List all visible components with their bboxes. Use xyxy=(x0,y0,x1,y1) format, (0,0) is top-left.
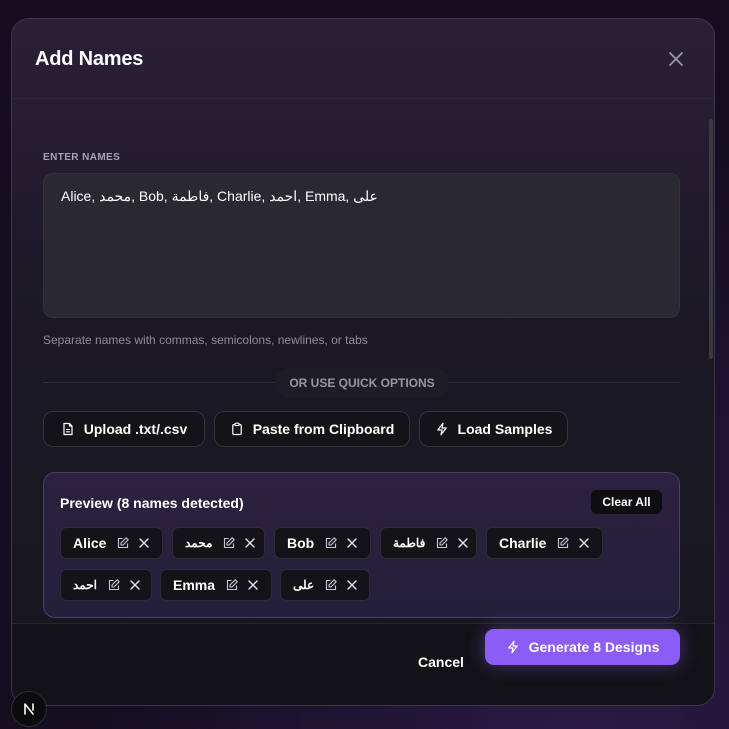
modal-body[interactable]: ENTER NAMES Separate names with commas, … xyxy=(12,100,714,625)
nextjs-dev-badge[interactable] xyxy=(11,691,47,727)
divider-line-right xyxy=(449,382,680,383)
close-icon xyxy=(245,538,256,548)
name-chip: Emma xyxy=(160,569,272,601)
close-button[interactable] xyxy=(666,49,686,69)
name-chip-label: على xyxy=(293,578,315,592)
file-icon xyxy=(63,422,73,436)
edit-name-button[interactable] xyxy=(222,536,236,550)
name-chip-label: فاطمة xyxy=(393,536,426,550)
remove-name-button[interactable] xyxy=(345,536,359,550)
edit-icon xyxy=(108,579,120,591)
edit-name-button[interactable] xyxy=(556,536,570,550)
lightning-icon xyxy=(507,640,518,654)
close-icon xyxy=(347,538,357,548)
edit-name-button[interactable] xyxy=(435,536,449,550)
close-icon xyxy=(139,538,150,548)
remove-name-button[interactable] xyxy=(345,578,359,592)
modal-scrollbar[interactable] xyxy=(709,119,713,359)
remove-name-button[interactable] xyxy=(577,536,591,550)
separator-hint: Separate names with commas, semicolons, … xyxy=(43,333,368,347)
modal-header: Add Names xyxy=(12,19,714,99)
close-icon xyxy=(458,538,469,548)
name-chip: Bob xyxy=(274,527,371,559)
remove-name-button[interactable] xyxy=(137,536,151,550)
edit-icon xyxy=(437,537,449,549)
modal-title: Add Names xyxy=(35,48,144,70)
edit-icon xyxy=(224,537,236,549)
remove-name-button[interactable] xyxy=(456,536,470,550)
name-chip: على xyxy=(280,569,370,601)
name-chip: احمد xyxy=(60,569,152,601)
load-samples-button[interactable]: Load Samples xyxy=(419,411,568,447)
name-chip-label: احمد xyxy=(73,578,97,592)
cancel-button[interactable]: Cancel xyxy=(418,654,464,670)
edit-icon xyxy=(118,537,130,549)
clipboard-icon xyxy=(231,422,242,436)
edit-name-button[interactable] xyxy=(324,536,338,550)
name-chip-label: Charlie xyxy=(499,535,547,551)
preview-title: Preview (8 names detected) xyxy=(60,495,244,511)
paste-clipboard-button[interactable]: Paste from Clipboard xyxy=(214,411,410,447)
clear-all-button[interactable]: Clear All xyxy=(591,490,662,514)
edit-icon xyxy=(326,579,337,591)
edit-name-button[interactable] xyxy=(107,578,121,592)
upload-file-label: Upload .txt/.csv xyxy=(83,421,188,437)
edit-name-button[interactable] xyxy=(225,578,239,592)
edit-icon xyxy=(558,537,570,549)
edit-icon xyxy=(326,537,337,549)
generate-designs-label: Generate 8 Designs xyxy=(528,639,660,655)
close-icon xyxy=(347,580,357,590)
nextjs-logo-icon xyxy=(24,703,34,715)
add-names-modal: Add Names ENTER NAMES Separate names wit… xyxy=(11,18,715,706)
generate-designs-button[interactable]: Generate 8 Designs xyxy=(485,629,680,665)
preview-panel: Preview (8 names detected) Clear All Ali… xyxy=(43,472,680,618)
names-input[interactable] xyxy=(43,173,680,318)
close-icon xyxy=(579,538,590,548)
edit-icon xyxy=(226,579,238,591)
name-chip: محمد xyxy=(172,527,265,559)
name-chip-label: Emma xyxy=(173,577,216,593)
close-icon xyxy=(669,52,683,66)
close-icon xyxy=(248,580,258,590)
name-chip: فاطمة xyxy=(380,527,477,559)
name-chip: Alice xyxy=(60,527,163,559)
name-chip: Charlie xyxy=(486,527,603,559)
upload-file-button[interactable]: Upload .txt/.csv xyxy=(43,411,205,447)
name-chip-label: Alice xyxy=(73,535,107,551)
quick-options-divider: OR USE QUICK OPTIONS xyxy=(275,368,449,398)
edit-name-button[interactable] xyxy=(116,536,130,550)
enter-names-label: ENTER NAMES xyxy=(43,152,121,163)
close-icon xyxy=(130,580,140,590)
load-samples-label: Load Samples xyxy=(457,421,553,437)
lightning-icon xyxy=(436,422,447,436)
remove-name-button[interactable] xyxy=(128,578,142,592)
remove-name-button[interactable] xyxy=(243,536,257,550)
name-chip-label: محمد xyxy=(185,536,213,550)
paste-clipboard-label: Paste from Clipboard xyxy=(252,421,395,437)
name-chip-label: Bob xyxy=(287,535,315,551)
edit-name-button[interactable] xyxy=(324,578,338,592)
divider-line-left xyxy=(43,382,275,383)
remove-name-button[interactable] xyxy=(246,578,260,592)
